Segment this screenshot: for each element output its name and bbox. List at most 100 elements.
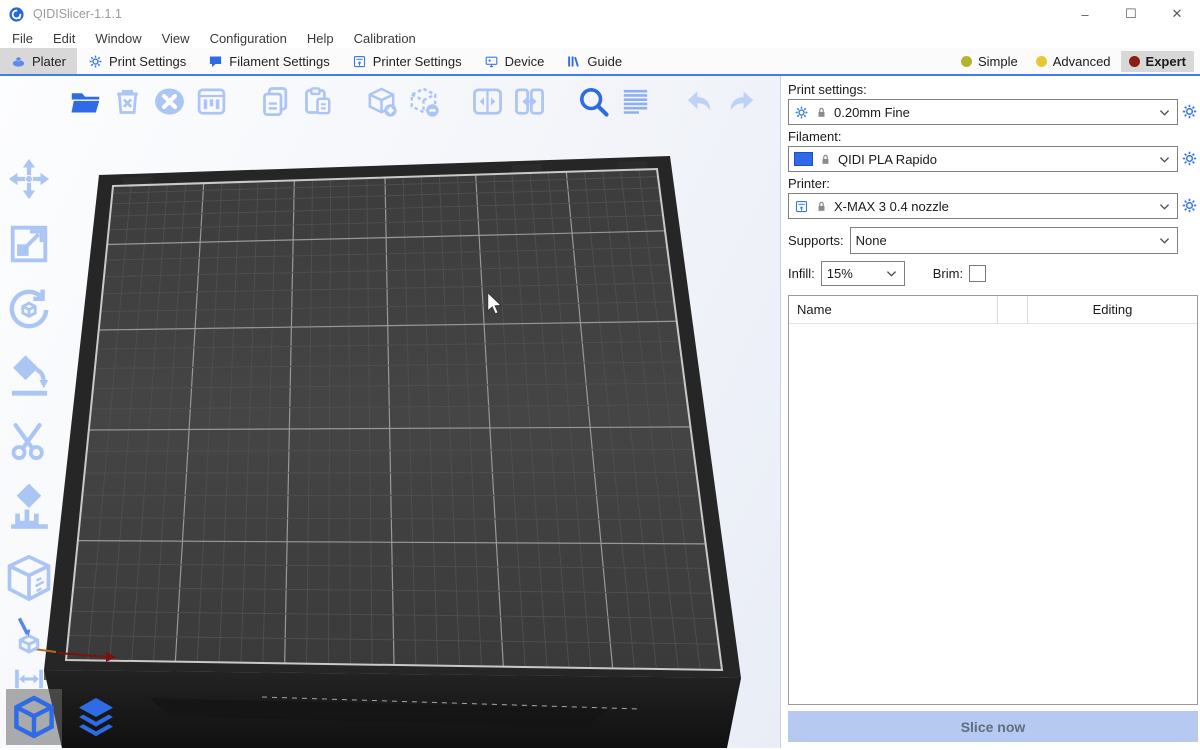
support-paint-icon bbox=[5, 484, 54, 533]
sink-object-tool-button[interactable] bbox=[8, 614, 50, 656]
copy-icon bbox=[259, 85, 292, 118]
menu-window[interactable]: Window bbox=[85, 31, 151, 46]
search-button[interactable] bbox=[572, 81, 614, 121]
infill-label: Infill: bbox=[788, 266, 815, 281]
seam-cube-icon bbox=[3, 552, 55, 604]
menu-help[interactable]: Help bbox=[297, 31, 344, 46]
mode-label: Simple bbox=[978, 54, 1018, 69]
filament-icon bbox=[208, 54, 223, 69]
tab-guide[interactable]: Guide bbox=[555, 48, 633, 74]
circle-x-icon bbox=[153, 85, 186, 118]
app-window: QIDISlicer-1.1.1 – ☐ ✕ File Edit Window … bbox=[0, 0, 1200, 750]
trash-icon bbox=[111, 85, 144, 118]
add-instance-button[interactable] bbox=[360, 81, 402, 121]
gear-icon bbox=[1181, 150, 1198, 167]
print-settings-value: 0.20mm Fine bbox=[834, 105, 910, 120]
redo-button[interactable] bbox=[720, 81, 762, 121]
filament-select[interactable]: QIDI PLA Rapido bbox=[788, 146, 1178, 172]
slice-now-button[interactable]: Slice now bbox=[788, 711, 1198, 742]
main-area: Print settings: 0.20mm Fine Filament: QI… bbox=[0, 76, 1200, 748]
objects-table: Name Editing bbox=[788, 295, 1198, 705]
seam-painting-tool-button[interactable] bbox=[3, 552, 55, 604]
tab-label: Printer Settings bbox=[373, 54, 462, 69]
split-to-parts-button[interactable] bbox=[508, 81, 550, 121]
scale-icon bbox=[6, 221, 52, 267]
tab-device[interactable]: Device bbox=[473, 48, 556, 74]
cut-tool-button[interactable] bbox=[6, 419, 52, 465]
column-header-spacer bbox=[997, 296, 1028, 323]
open-project-button[interactable] bbox=[64, 81, 106, 121]
split-parts-icon bbox=[513, 85, 546, 118]
scale-tool-button[interactable] bbox=[6, 221, 52, 267]
printer-value: X-MAX 3 0.4 nozzle bbox=[834, 199, 949, 214]
arrange-button[interactable] bbox=[190, 81, 232, 121]
filament-color-swatch bbox=[794, 152, 813, 166]
paint-supports-tool-button[interactable] bbox=[5, 484, 54, 533]
remove-instance-button[interactable] bbox=[402, 81, 444, 121]
mode-simple[interactable]: Simple bbox=[953, 51, 1026, 72]
printer-gear-button[interactable] bbox=[1181, 197, 1198, 215]
menu-configuration[interactable]: Configuration bbox=[200, 31, 297, 46]
objects-table-body[interactable] bbox=[789, 324, 1197, 704]
infill-value: 15% bbox=[827, 266, 853, 281]
top-toolbar bbox=[64, 81, 762, 121]
expert-dot-icon bbox=[1129, 56, 1140, 67]
layers-icon bbox=[72, 693, 120, 741]
lock-icon bbox=[815, 106, 828, 119]
folder-open-icon bbox=[69, 85, 102, 118]
infill-select[interactable]: 15% bbox=[821, 261, 905, 286]
editor-view-button[interactable] bbox=[6, 689, 62, 745]
chevron-down-icon bbox=[884, 266, 899, 281]
printer-select[interactable]: X-MAX 3 0.4 nozzle bbox=[788, 193, 1178, 219]
supports-select[interactable]: None bbox=[850, 227, 1178, 254]
split-to-objects-button[interactable] bbox=[466, 81, 508, 121]
cube-minus-icon bbox=[407, 85, 440, 118]
device-icon bbox=[484, 54, 499, 69]
mode-expert[interactable]: Expert bbox=[1121, 51, 1194, 72]
delete-all-button[interactable] bbox=[148, 81, 190, 121]
paste-button[interactable] bbox=[296, 81, 338, 121]
print-settings-gear-button[interactable] bbox=[1181, 103, 1198, 121]
undo-button[interactable] bbox=[678, 81, 720, 121]
filament-value: QIDI PLA Rapido bbox=[838, 152, 937, 167]
bed-plate bbox=[66, 169, 722, 670]
flatten-icon bbox=[6, 353, 53, 400]
close-button[interactable]: ✕ bbox=[1154, 0, 1200, 28]
title-bar: QIDISlicer-1.1.1 – ☐ ✕ bbox=[0, 0, 1200, 28]
maximize-button[interactable]: ☐ bbox=[1108, 0, 1154, 28]
cube-plus-icon bbox=[365, 85, 398, 118]
mode-advanced[interactable]: Advanced bbox=[1028, 51, 1119, 72]
rotate-tool-button[interactable] bbox=[5, 286, 53, 334]
menu-edit[interactable]: Edit bbox=[43, 31, 85, 46]
simple-dot-icon bbox=[961, 56, 972, 67]
plater-icon bbox=[11, 54, 26, 69]
tab-print-settings[interactable]: Print Settings bbox=[77, 48, 197, 74]
scissors-icon bbox=[6, 419, 52, 465]
viewport-3d[interactable] bbox=[0, 76, 780, 748]
print-bed-scene[interactable] bbox=[0, 76, 780, 748]
tab-label: Plater bbox=[32, 54, 66, 69]
tab-printer-settings[interactable]: Printer Settings bbox=[341, 48, 473, 74]
filament-gear-button[interactable] bbox=[1181, 150, 1198, 168]
print-settings-select[interactable]: 0.20mm Fine bbox=[788, 99, 1178, 125]
tab-filament-settings[interactable]: Filament Settings bbox=[197, 48, 340, 74]
move-tool-button[interactable] bbox=[6, 156, 52, 202]
place-on-face-tool-button[interactable] bbox=[6, 353, 53, 400]
lock-icon bbox=[819, 153, 832, 166]
menu-view[interactable]: View bbox=[152, 31, 200, 46]
variable-layer-height-button[interactable] bbox=[614, 81, 656, 121]
brim-checkbox[interactable] bbox=[969, 265, 986, 282]
minimize-button[interactable]: – bbox=[1062, 0, 1108, 28]
copy-button[interactable] bbox=[254, 81, 296, 121]
printer-label: Printer: bbox=[788, 176, 1198, 191]
menu-calibration[interactable]: Calibration bbox=[344, 31, 426, 46]
advanced-dot-icon bbox=[1036, 56, 1047, 67]
tab-plater[interactable]: Plater bbox=[0, 48, 77, 74]
menu-file[interactable]: File bbox=[2, 31, 43, 46]
brim-label: Brim: bbox=[933, 266, 963, 281]
supports-label: Supports: bbox=[788, 233, 844, 248]
delete-button[interactable] bbox=[106, 81, 148, 121]
preview-view-button[interactable] bbox=[68, 689, 124, 745]
gear-icon bbox=[794, 105, 809, 120]
chevron-down-icon bbox=[1157, 233, 1172, 248]
